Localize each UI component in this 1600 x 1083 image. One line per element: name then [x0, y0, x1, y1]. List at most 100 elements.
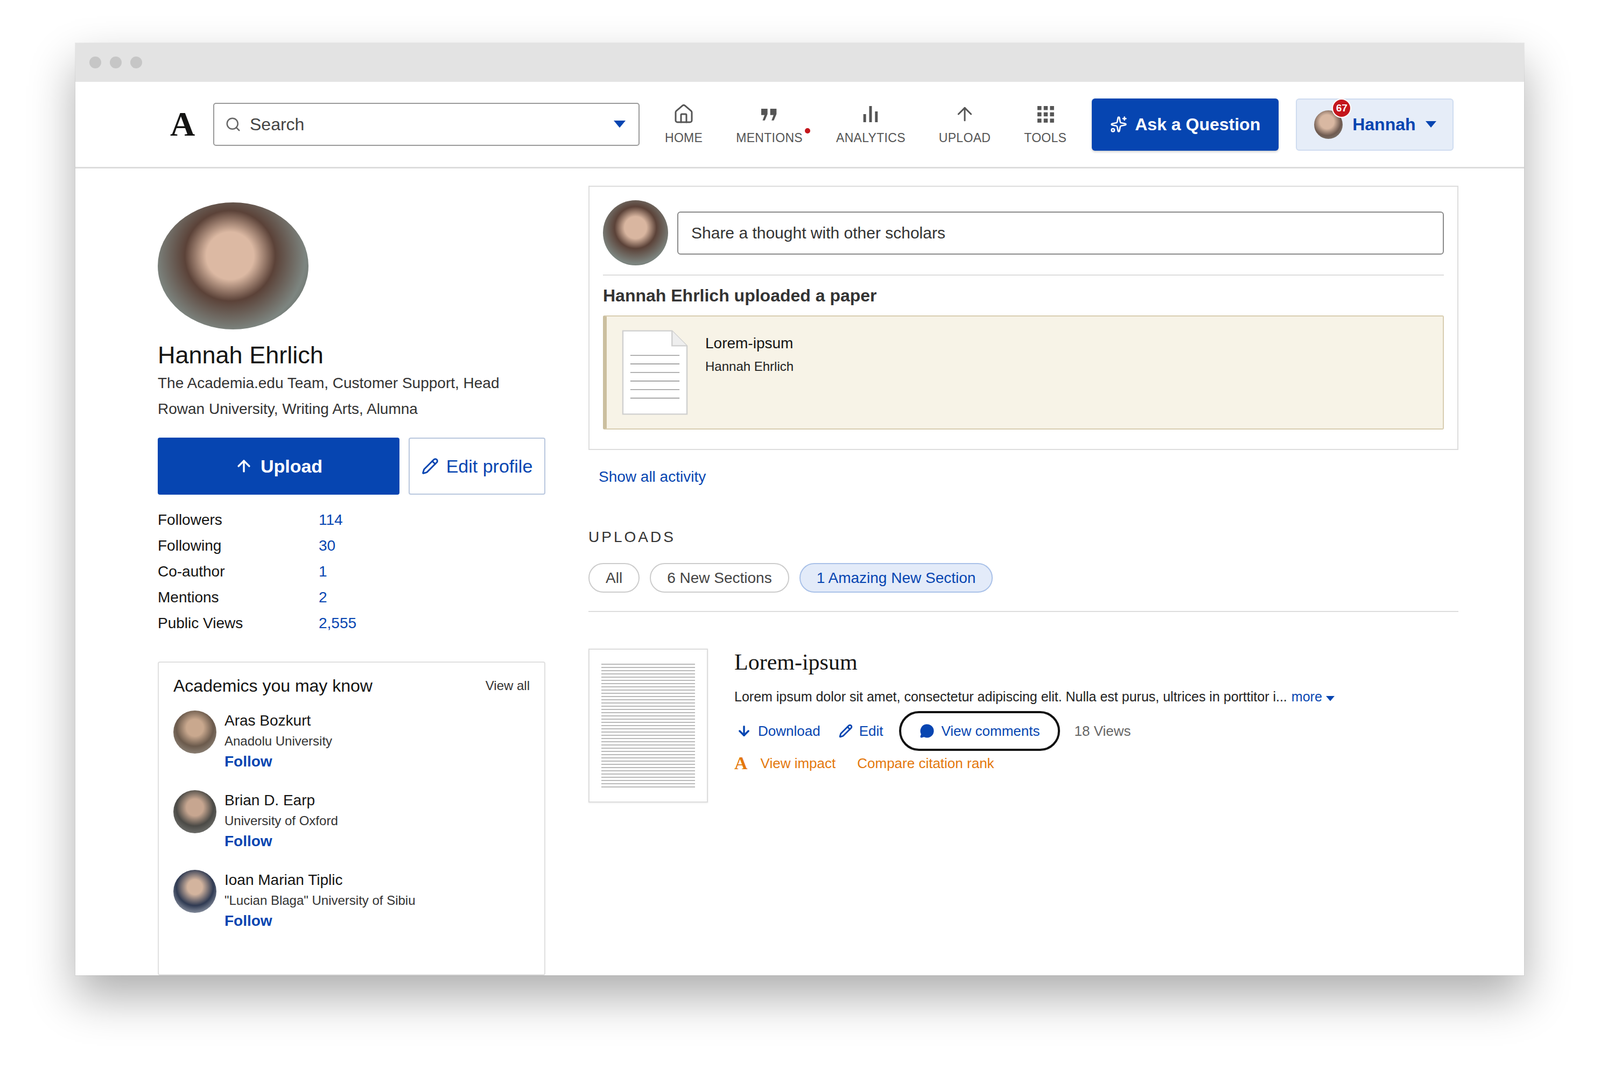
search-box[interactable] [213, 102, 640, 146]
follow-link[interactable]: Follow [224, 751, 333, 773]
window-dot[interactable] [130, 56, 143, 69]
view-all-link[interactable]: View all [485, 678, 530, 694]
upload-excerpt: Lorem ipsum dolor sit amet, consectetur … [734, 686, 1459, 707]
affiliation: Rowan University, Writing Arts, Alumna [157, 396, 546, 423]
browser-window: A HOME MENTIONS ANALYTICS UPLOAD TOOLS Ask a Q… [75, 43, 1525, 976]
share-thought-input[interactable] [677, 211, 1444, 255]
nav-item[interactable]: HOME [664, 103, 703, 146]
arrow-up-icon [234, 457, 254, 476]
person-name[interactable]: Brian D. Earp [224, 790, 339, 811]
pencil-icon [421, 457, 439, 475]
upload-button[interactable]: Upload [157, 437, 400, 495]
follow-link[interactable]: Follow [224, 831, 339, 852]
upload-tab[interactable]: 1 Amazing New Section [799, 563, 994, 593]
stat-label: Co-author [157, 563, 319, 581]
activity-card: Hannah Ehrlich uploaded a paper Lorem-ips… [588, 185, 1459, 451]
person-photo[interactable] [173, 710, 217, 754]
stat-value[interactable]: 114 [318, 511, 546, 529]
quote-icon [758, 103, 781, 125]
nav-item[interactable]: TOOLS [1023, 103, 1067, 146]
more-link[interactable]: more [1291, 689, 1335, 705]
profile-photo [157, 202, 309, 330]
stat-value[interactable]: 30 [318, 537, 546, 555]
logo[interactable]: A [170, 107, 195, 142]
bar-chart-icon [859, 103, 882, 125]
person-name[interactable]: Aras Bozkurt [224, 710, 333, 732]
view-count: 18 Views [1074, 723, 1131, 740]
person-affiliation: Anadolu University [224, 731, 333, 752]
academia-logo-icon: A [734, 754, 748, 773]
upload-action[interactable]: View comments [899, 711, 1061, 752]
nav-label: TOOLS [1023, 130, 1067, 146]
stat-label: Public Views [157, 614, 319, 633]
compose-row [602, 200, 1444, 266]
divider [588, 611, 1459, 613]
person-row: Brian D. EarpUniversity of OxfordFollow [173, 790, 530, 852]
person-info: Brian D. EarpUniversity of OxfordFollow [224, 790, 339, 852]
arrow-up-icon [953, 103, 976, 125]
document-icon [621, 329, 689, 416]
caret-down-icon[interactable] [613, 120, 626, 128]
person-photo[interactable] [173, 790, 217, 834]
card-title: Academics you may know [173, 674, 373, 698]
stat-value[interactable]: 2,555 [318, 614, 546, 633]
paper-author: Hannah Ehrlich [705, 358, 794, 375]
impact-links: A View impact Compare citation rank [734, 754, 1459, 773]
upload-action[interactable]: Download [734, 711, 823, 752]
activity-column: Hannah Ehrlich uploaded a paper Lorem-ips… [588, 185, 1459, 976]
paper-info: Lorem-ipsum Hannah Ehrlich [705, 329, 794, 416]
comment-icon [919, 723, 935, 739]
stats: Followers114Following30Co-author1Mention… [157, 507, 546, 637]
stat-value[interactable]: 2 [318, 588, 546, 607]
nav-label: UPLOAD [938, 130, 991, 146]
person-row: Ioan Marian Tiplic"Lucian Blaga" Univers… [173, 869, 530, 932]
search-input[interactable] [248, 114, 607, 136]
person-photo[interactable] [173, 869, 217, 914]
nav-items: HOME MENTIONS ANALYTICS UPLOAD TOOLS [664, 103, 1067, 146]
stat-label: Followers [157, 511, 319, 529]
profile-column: Hannah EhrlichThe Academia.edu Team, Cus… [157, 185, 546, 976]
affiliation: The Academia.edu Team, Customer Support,… [157, 370, 546, 397]
title-bar [75, 43, 1525, 82]
person-info: Ioan Marian Tiplic"Lucian Blaga" Univers… [224, 869, 416, 932]
window-dot[interactable] [89, 56, 102, 69]
edit-profile-button[interactable]: Edit profile [408, 437, 546, 495]
paper-thumbnail[interactable] [588, 648, 708, 803]
thumbnail-text-lines [601, 663, 696, 788]
nav-item[interactable]: MENTIONS [735, 103, 803, 146]
show-all-activity-link[interactable]: Show all activity [598, 467, 1459, 487]
user-menu-button[interactable]: 67Hannah [1295, 98, 1454, 151]
download-icon [736, 723, 752, 739]
grid-icon [1034, 103, 1057, 125]
page-body: Hannah EhrlichThe Academia.edu Team, Cus… [75, 168, 1525, 976]
nav-item[interactable]: UPLOAD [938, 103, 991, 146]
caret-down-icon [1325, 696, 1335, 702]
upload-tab[interactable]: 6 New Sections [649, 563, 790, 593]
upload-item: Lorem-ipsum Lorem ipsum dolor sit amet, c… [588, 648, 1459, 803]
sparkles-icon [1110, 115, 1128, 133]
upload-tabs: All 6 New Sections 1 Amazing New Section [588, 563, 1459, 593]
upload-tab[interactable]: All [588, 563, 640, 593]
paper-title[interactable]: Lorem-ipsum [705, 333, 794, 354]
people-list: Aras BozkurtAnadolu UniversityFollowBria… [173, 710, 530, 932]
divider [602, 274, 1444, 276]
person-row: Aras BozkurtAnadolu UniversityFollow [173, 710, 530, 773]
impact-link[interactable]: View impact [760, 754, 837, 773]
ask-question-button[interactable]: Ask a Question [1091, 98, 1279, 151]
stat-value[interactable]: 1 [318, 563, 546, 581]
person-name[interactable]: Ioan Marian Tiplic [224, 869, 416, 891]
impact-link[interactable]: Compare citation rank [857, 754, 994, 773]
nav-item[interactable]: ANALYTICS [836, 103, 906, 146]
upload-action[interactable]: Edit [836, 711, 886, 752]
activity-heading: Hannah Ehrlich uploaded a paper [602, 284, 1444, 307]
paper-card[interactable]: Lorem-ipsum Hannah Ehrlich [602, 315, 1444, 430]
profile-name: Hannah Ehrlich [157, 340, 546, 371]
nav-label: ANALYTICS [836, 130, 906, 146]
window-dot[interactable] [109, 56, 122, 69]
upload-title[interactable]: Lorem-ipsum [734, 648, 1459, 676]
notification-dot [804, 128, 811, 134]
uploads-heading: UPLOADS [588, 527, 1459, 547]
follow-link[interactable]: Follow [224, 910, 416, 932]
upload-info: Lorem-ipsum Lorem ipsum dolor sit amet, c… [734, 648, 1459, 803]
profile-buttons: UploadEdit profile [157, 437, 546, 495]
